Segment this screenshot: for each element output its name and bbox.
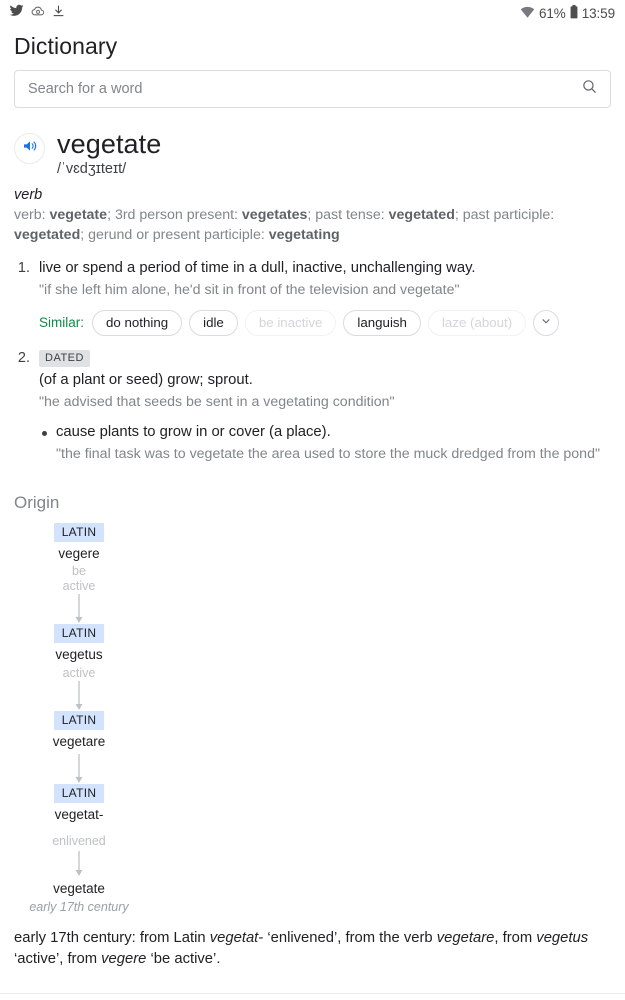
status-badge: DATED [39, 349, 90, 367]
chevron-down-icon [540, 314, 552, 332]
etymology-date: early 17th century [29, 899, 129, 914]
etymology-gloss: active [62, 665, 96, 680]
origin-heading: Origin [14, 492, 60, 512]
etymology-arrow [33, 754, 125, 784]
etymology-word: vegetare [52, 733, 106, 749]
etymology-word: vegere [58, 545, 100, 561]
twitter-icon [9, 3, 24, 23]
download-icon [52, 4, 65, 23]
etymology-chain: LATIN vegere be active LATIN vegetus act… [0, 513, 625, 914]
subsense-definition: cause plants to grow in or cover (a plac… [56, 423, 331, 440]
etymology-language: LATIN [53, 624, 105, 644]
bullet-icon [42, 430, 47, 436]
etymology-arrow [33, 680, 125, 711]
cloud-sync-icon [31, 4, 45, 23]
clock: 13:59 [581, 5, 615, 21]
battery-icon [570, 4, 578, 22]
definitions-list: 1. live or spend a period of time in a d… [0, 246, 625, 465]
part-of-speech: verb [14, 187, 43, 204]
headword-text-group: vegetate /ˈvɛdʒɪteɪt/ [57, 129, 161, 177]
subsense-example: "the final task was to vegetate the area… [56, 446, 601, 463]
etymology-node: LATIN vegetat- enlivened [33, 784, 125, 849]
sense-number: 2. [17, 349, 30, 366]
sense-body: DATED (of a plant or seed) grow; sprout.… [39, 348, 611, 465]
similar-chip[interactable]: laze (about) [427, 309, 527, 336]
subsense-body: cause plants to grow in or cover (a plac… [56, 422, 600, 465]
page-title: Dictionary [14, 33, 118, 59]
sense-example: "if she left him alone, he'd sit in fron… [39, 282, 460, 298]
word-forms: verb: vegetate; 3rd person present: vege… [14, 207, 555, 244]
status-bar-notifications [9, 3, 65, 23]
etymology-word: vegetate [53, 881, 105, 897]
origin-paragraph: early 17th century: from Latin vegetat- … [14, 929, 589, 968]
status-bar-system: 61% 13:59 [520, 4, 615, 22]
etymology-language: LATIN [53, 784, 105, 803]
search-input[interactable] [28, 81, 581, 97]
similar-words-row: Similar: do nothing idle be inactive lan… [39, 309, 611, 336]
etymology-node: LATIN vegetus active [33, 624, 125, 680]
etymology-node: vegetate early 17th century [24, 877, 134, 913]
similar-chip[interactable]: be inactive [244, 309, 337, 336]
etymology-gloss: enlivened [52, 834, 106, 849]
etymology-gloss: be active [62, 563, 96, 594]
sense-body: live or spend a period of time in a dull… [39, 258, 611, 338]
subsense-item: cause plants to grow in or cover (a plac… [39, 422, 611, 465]
wifi-icon [520, 6, 535, 21]
etymology-word: vegetat- [54, 807, 104, 822]
etymology-node: LATIN vegere be active [33, 522, 125, 595]
battery-percent: 61% [538, 5, 566, 21]
etymology-node: LATIN vegetare [33, 710, 125, 750]
etymology-arrow [33, 851, 125, 877]
translate-section: Translate vegetate to Choose language [0, 994, 625, 1000]
phonetic-transcription: /ˈvɛdʒɪteɪt/ [57, 161, 127, 178]
sense-definition: live or spend a period of time in a dull… [39, 259, 476, 276]
similar-chip[interactable]: idle [189, 309, 238, 336]
similar-chip[interactable]: do nothing [92, 309, 183, 336]
sense-item: 1. live or spend a period of time in a d… [14, 258, 611, 338]
pronounce-button[interactable] [14, 133, 45, 164]
sense-item: 2. DATED (of a plant or seed) grow; spro… [14, 348, 611, 465]
expand-similar-button[interactable] [533, 309, 560, 336]
sense-definition: (of a plant or seed) grow; sprout. [39, 371, 253, 388]
search-icon[interactable] [581, 78, 598, 100]
status-bar: 61% 13:59 [0, 0, 625, 26]
etymology-language: LATIN [53, 522, 105, 542]
similar-label: Similar: [39, 315, 85, 331]
etymology-word: vegetus [55, 647, 103, 663]
speaker-icon [22, 138, 38, 159]
etymology-language: LATIN [53, 710, 105, 730]
etymology-arrow [33, 594, 125, 624]
headword: vegetate [57, 129, 162, 159]
search-box[interactable] [14, 70, 611, 108]
similar-chip[interactable]: languish [343, 309, 421, 336]
sense-number: 1. [17, 259, 30, 276]
headword-section: vegetate /ˈvɛdʒɪteɪt/ [0, 108, 625, 177]
search-section [0, 70, 625, 108]
sense-example: "he advised that seeds be sent in a vege… [39, 394, 395, 411]
